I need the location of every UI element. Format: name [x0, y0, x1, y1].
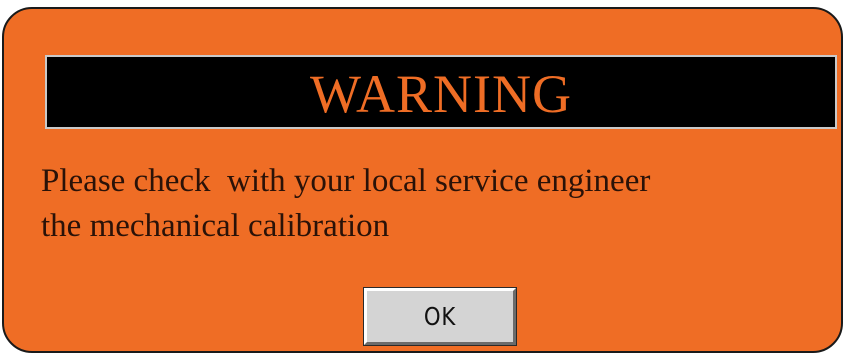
dialog-title: WARNING: [310, 64, 572, 124]
ok-button-label: OK: [423, 302, 457, 331]
ok-button[interactable]: OK: [363, 287, 517, 346]
message-line-1: Please check with your local service eng…: [41, 163, 651, 199]
dialog-message: Please check with your local service eng…: [41, 159, 841, 249]
title-bar: WARNING: [45, 55, 837, 129]
warning-dialog: WARNING Please check with your local ser…: [2, 7, 843, 353]
message-line-2: the mechanical calibration: [41, 208, 390, 244]
